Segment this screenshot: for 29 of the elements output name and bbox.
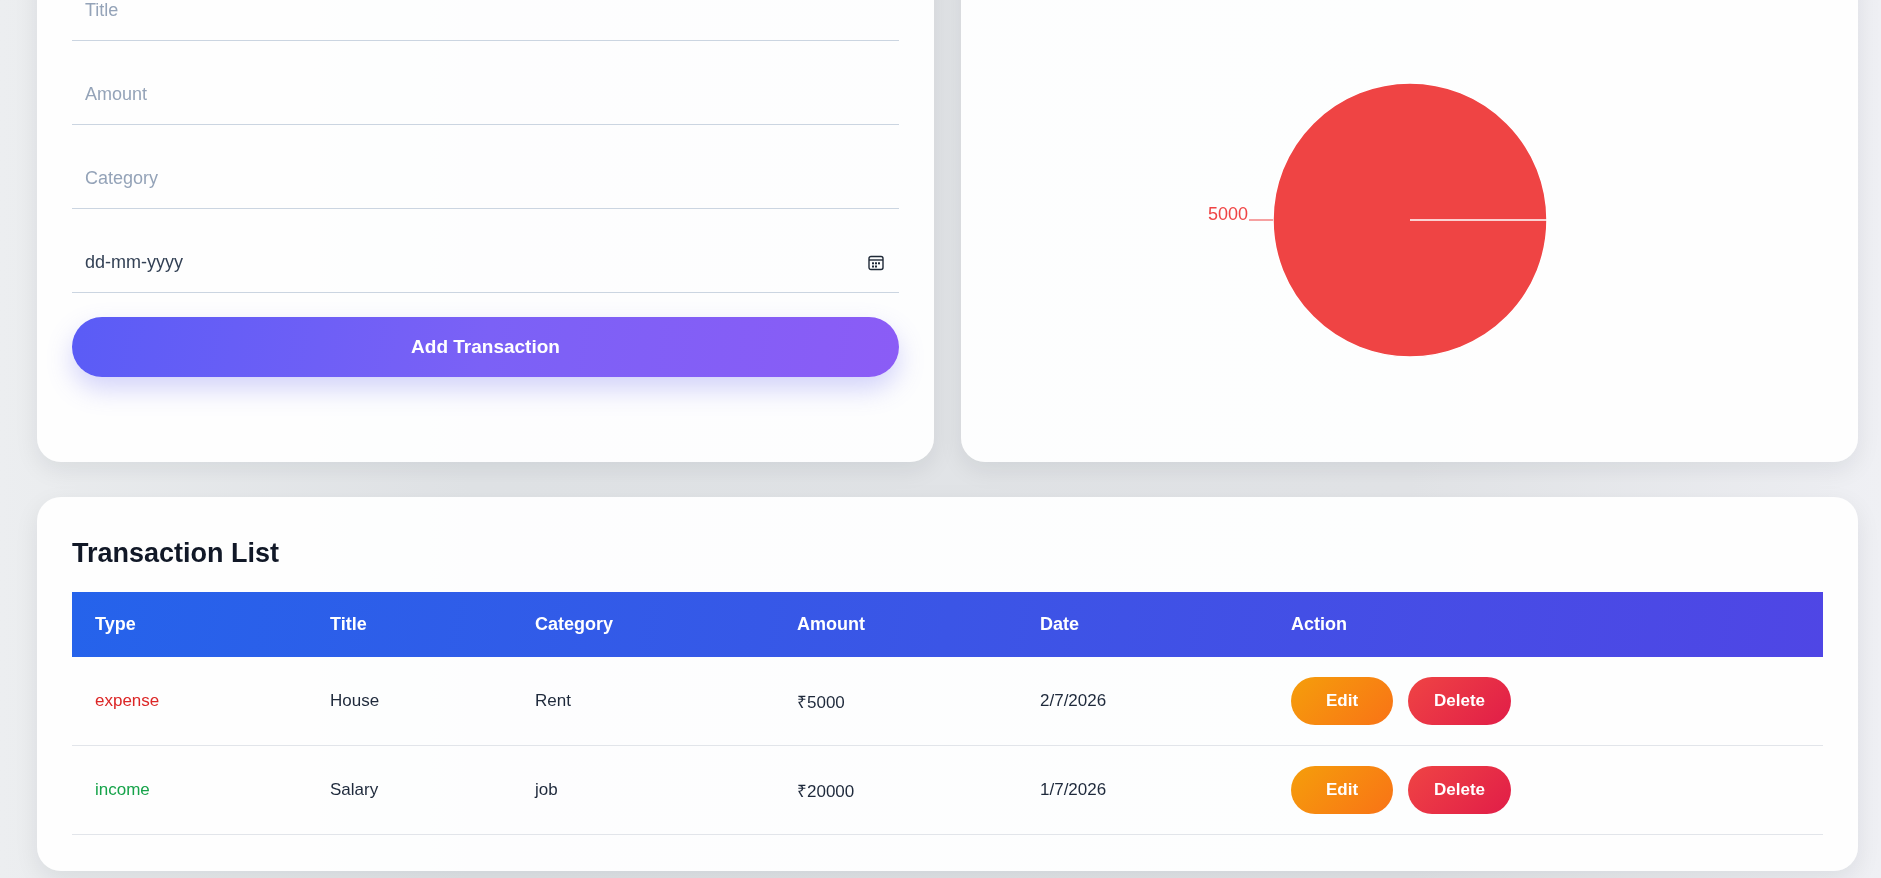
type-cell-text: expense (94, 691, 160, 711)
column-header: Category (534, 614, 615, 635)
column-header: Amount (796, 614, 866, 635)
table-title: Transaction List (72, 537, 281, 570)
edit-button[interactable]: Edit (1291, 766, 1393, 814)
input-field[interactable]: Title (72, 0, 899, 41)
data-label: 5000 (1207, 204, 1248, 224)
leader-line (1248, 219, 1273, 221)
table-cell-text: Rent (534, 691, 571, 711)
add-transaction-button[interactable]: Add Transaction (72, 317, 899, 377)
column-header: Action (1290, 614, 1348, 635)
date-field[interactable]: dd-mm-yyyy (72, 233, 899, 293)
table-cell-text: Salary (329, 780, 379, 800)
type-cell-text: income (94, 780, 150, 800)
input-field[interactable]: Amount (72, 65, 899, 125)
delete-button[interactable]: Delete (1408, 677, 1512, 725)
table-cell-text: ₹5000 (796, 691, 845, 713)
calendar-icon[interactable] (868, 255, 884, 271)
table-cell-text: House (329, 691, 380, 711)
column-header: Date (1039, 614, 1080, 635)
table-cell-text: 2/7/2026 (1039, 691, 1107, 711)
input-field[interactable]: Category (72, 149, 899, 209)
table-cell-text: 1/7/2026 (1039, 780, 1107, 800)
table-cell-text: ₹20000 (796, 780, 855, 802)
column-header: Type (94, 614, 137, 635)
delete-button[interactable]: Delete (1408, 766, 1512, 814)
table-cell-text: job (533, 780, 558, 800)
column-header: Title (329, 614, 368, 635)
edit-button[interactable]: Edit (1291, 677, 1393, 725)
